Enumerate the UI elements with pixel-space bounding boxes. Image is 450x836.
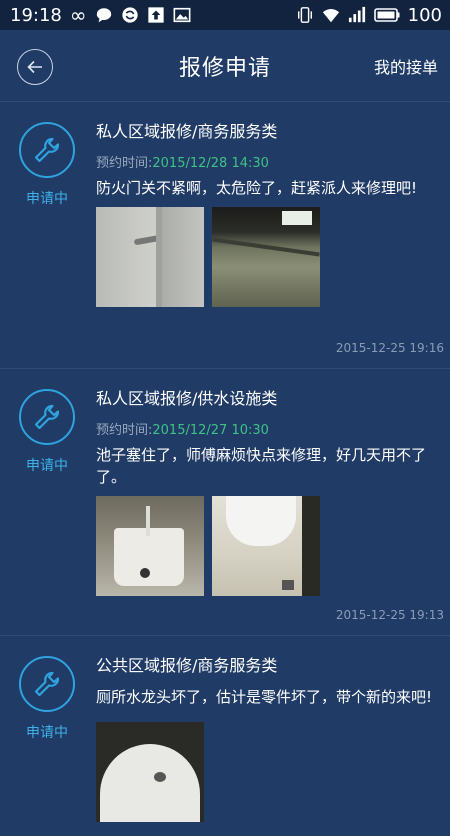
wrench-icon xyxy=(34,137,60,163)
battery-icon xyxy=(373,8,400,22)
wrench-icon xyxy=(34,404,60,430)
description: 防火门关不紧啊，太危险了，赶紧派人来修理吧! xyxy=(96,179,418,197)
photo-list xyxy=(96,722,444,822)
status-time: 19:18 xyxy=(10,4,62,26)
wrench-badge xyxy=(19,389,75,445)
photo-thumbnail[interactable] xyxy=(212,496,320,596)
category-title: 私人区域报修/商务服务类 xyxy=(96,122,278,141)
signal-icon xyxy=(348,6,365,23)
status-bar: 19:18 ∞ 100 xyxy=(0,0,450,30)
appointment-time: 2015/12/27 10:30 xyxy=(152,423,269,438)
appointment-label: 预约时间: xyxy=(96,156,153,171)
appointment: 预约时间:2015/12/27 10:30 xyxy=(96,419,444,438)
appointment-time: 2015/12/28 14:30 xyxy=(152,156,269,171)
description: 池子塞住了，师傅麻烦快点来修理，好几天用不了了。 xyxy=(96,446,427,486)
repair-request-card[interactable]: 申请中 公共区域报修/商务服务类 厕所水龙头坏了，估计是零件坏了，带个新的来吧! xyxy=(0,636,450,836)
my-orders-link[interactable]: 我的接单 xyxy=(374,54,438,78)
status-label: 申请中 xyxy=(26,458,68,474)
appointment-label: 预约时间: xyxy=(96,423,153,438)
upload-icon xyxy=(147,7,164,23)
repair-request-card[interactable]: 申请中 私人区域报修/商务服务类 预约时间:2015/12/28 14:30 防… xyxy=(0,102,450,369)
category-title: 公共区域报修/商务服务类 xyxy=(96,656,278,675)
timestamp: 2015-12-25 19:16 xyxy=(335,341,444,355)
repair-request-card[interactable]: 申请中 私人区域报修/供水设施类 预约时间:2015/12/27 10:30 池… xyxy=(0,369,450,636)
photo-list xyxy=(96,207,444,307)
vibrate-icon xyxy=(297,7,312,23)
sync-icon xyxy=(121,7,138,23)
description: 厕所水龙头坏了，估计是零件坏了，带个新的来吧! xyxy=(96,688,433,706)
wrench-icon xyxy=(34,671,60,697)
wifi-icon xyxy=(322,9,339,23)
photo-thumbnail[interactable] xyxy=(96,722,204,822)
card-content: 私人区域报修/供水设施类 预约时间:2015/12/27 10:30 池子塞住了… xyxy=(96,385,444,596)
wrench-badge xyxy=(19,122,75,178)
category-title: 私人区域报修/供水设施类 xyxy=(96,389,278,408)
wrench-badge xyxy=(19,656,75,712)
card-content: 私人区域报修/商务服务类 预约时间:2015/12/28 14:30 防火门关不… xyxy=(96,118,444,307)
photo-thumbnail[interactable] xyxy=(96,496,204,596)
battery-level: 100 xyxy=(407,4,442,26)
infinity-icon: ∞ xyxy=(69,3,87,27)
photo-list xyxy=(96,496,444,596)
appointment: 预约时间:2015/12/28 14:30 xyxy=(96,152,444,171)
photo-thumbnail[interactable] xyxy=(96,207,204,307)
chat-icon xyxy=(96,8,111,23)
timestamp: 2015-12-25 19:13 xyxy=(335,608,444,622)
image-icon xyxy=(173,7,191,23)
app-header: 报修申请 我的接单 xyxy=(0,30,450,102)
photo-thumbnail[interactable] xyxy=(212,207,320,307)
status-label: 申请中 xyxy=(26,191,68,207)
card-content: 公共区域报修/商务服务类 厕所水龙头坏了，估计是零件坏了，带个新的来吧! xyxy=(96,652,444,822)
status-label: 申请中 xyxy=(26,725,68,741)
